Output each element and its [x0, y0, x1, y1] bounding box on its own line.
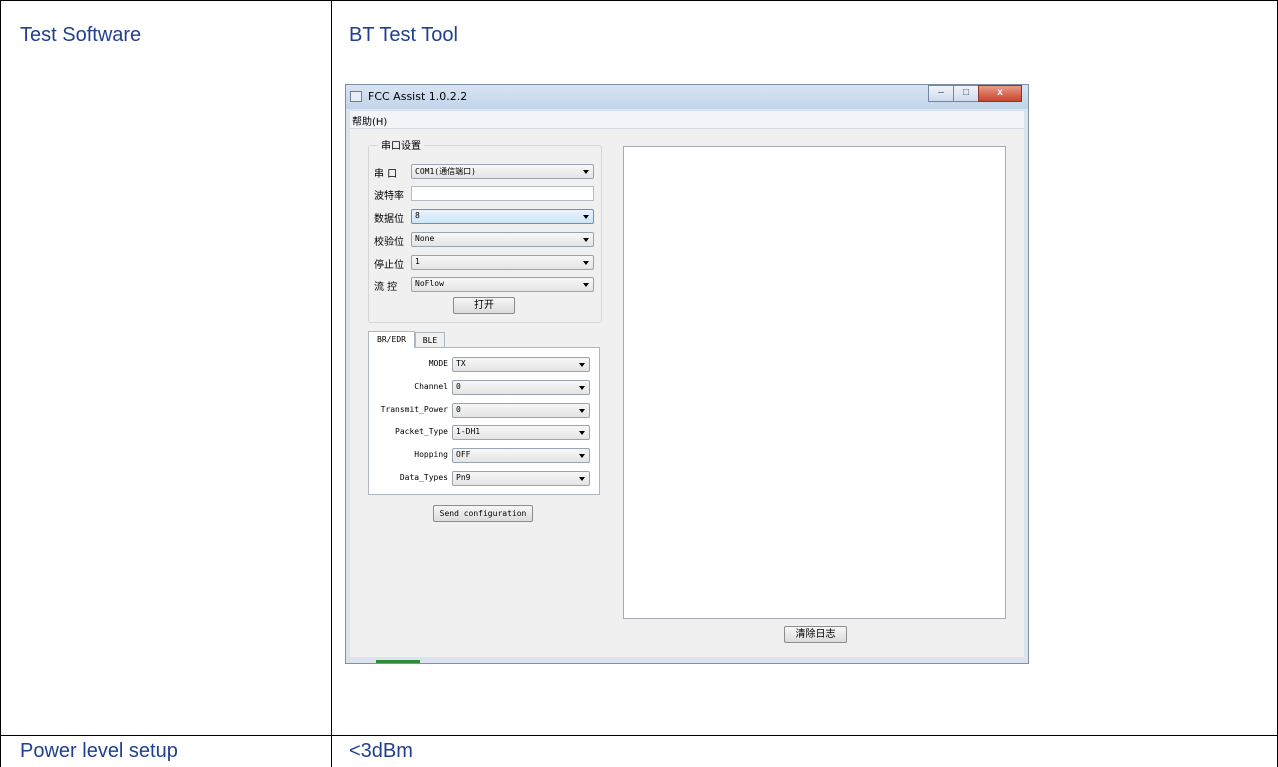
maximize-button[interactable]: □	[953, 85, 979, 102]
stopbits-value: 1	[415, 257, 420, 266]
parity-select[interactable]: None	[411, 232, 594, 247]
hopping-label: Hopping	[414, 450, 448, 459]
window-title: FCC Assist 1.0.2.2	[368, 90, 468, 103]
chevron-down-icon	[583, 170, 589, 174]
app-icon	[350, 91, 362, 102]
channel-label: Channel	[414, 382, 448, 391]
mode-select[interactable]: TX	[452, 357, 590, 372]
data-types-label: Data_Types	[399, 473, 448, 482]
clear-log-button[interactable]: 清除日志	[784, 626, 847, 643]
parity-value: None	[415, 234, 435, 243]
baud-input[interactable]	[411, 186, 594, 201]
send-configuration-button[interactable]: Send configuration	[433, 505, 533, 522]
menu-bar: 帮助(H)	[350, 111, 1024, 129]
baud-label: 波特率	[374, 191, 404, 202]
chevron-down-icon	[579, 431, 585, 435]
chevron-down-icon	[583, 261, 589, 265]
packet-type-select[interactable]: 1-DH1	[452, 425, 590, 440]
databits-label: 数据位	[374, 214, 404, 225]
transmit-power-label: Transmit_Power	[380, 405, 448, 414]
maximize-icon: □	[962, 87, 970, 98]
open-port-button[interactable]: 打开	[453, 297, 515, 314]
serial-settings-title: 串口设置	[378, 137, 424, 152]
close-button[interactable]: x	[978, 85, 1022, 102]
log-output[interactable]	[623, 146, 1006, 619]
window-controls: – □ x	[928, 85, 1022, 103]
channel-value: 0	[456, 382, 461, 391]
tab-ble[interactable]: BLE	[415, 332, 445, 348]
databits-value: 8	[415, 211, 420, 220]
flow-label: 流 控	[374, 282, 398, 293]
menu-help[interactable]: 帮助(H)	[352, 113, 387, 128]
minimize-icon: –	[938, 87, 944, 98]
channel-select[interactable]: 0	[452, 380, 590, 395]
row-label-test-software: Test Software	[20, 24, 142, 46]
taskbar-fragment	[346, 657, 426, 663]
databits-select[interactable]: 8	[411, 209, 594, 224]
stopbits-select[interactable]: 1	[411, 255, 594, 270]
data-types-select[interactable]: Pn9	[452, 471, 590, 486]
port-select[interactable]: COM1(通信端口)	[411, 164, 594, 179]
row-value-test-software: BT Test Tool	[349, 24, 458, 46]
hopping-select[interactable]: OFF	[452, 448, 590, 463]
chevron-down-icon	[579, 477, 585, 481]
chevron-down-icon	[579, 386, 585, 390]
chevron-down-icon	[579, 409, 585, 413]
packet-type-value: 1-DH1	[456, 427, 481, 436]
row-value-power-level: <3dBm	[349, 740, 413, 762]
fcc-assist-window: FCC Assist 1.0.2.2 – □ x 帮助(H) 串口设置 串 口 …	[345, 84, 1029, 664]
transmit-power-value: 0	[456, 405, 461, 414]
chevron-down-icon	[583, 283, 589, 287]
transmit-power-select[interactable]: 0	[452, 403, 590, 418]
table-column-divider	[331, 0, 332, 767]
chevron-down-icon	[579, 454, 585, 458]
packet-type-label: Packet_Type	[395, 427, 448, 436]
stopbits-label: 停止位	[374, 260, 404, 271]
data-types-value: Pn9	[456, 473, 471, 482]
table-row-divider	[0, 735, 1278, 736]
table-border-top	[0, 0, 1278, 1]
taskbar-highlight	[376, 660, 420, 663]
table-border-left	[0, 0, 1, 767]
chevron-down-icon	[579, 363, 585, 367]
parity-label: 校验位	[374, 237, 404, 248]
tab-bredr[interactable]: BR/EDR	[368, 331, 415, 348]
hopping-value: OFF	[456, 450, 471, 459]
row-label-power-level: Power level setup	[20, 740, 178, 762]
port-value: COM1(通信端口)	[415, 167, 476, 176]
port-label: 串 口	[374, 169, 398, 180]
chevron-down-icon	[583, 215, 589, 219]
mode-value: TX	[456, 359, 466, 368]
minimize-button[interactable]: –	[928, 85, 954, 102]
close-icon: x	[997, 87, 1003, 98]
chevron-down-icon	[583, 238, 589, 242]
title-bar[interactable]: FCC Assist 1.0.2.2 – □ x	[346, 85, 1028, 109]
flow-value: NoFlow	[415, 279, 444, 288]
flow-select[interactable]: NoFlow	[411, 277, 594, 292]
mode-label: MODE	[428, 359, 448, 368]
